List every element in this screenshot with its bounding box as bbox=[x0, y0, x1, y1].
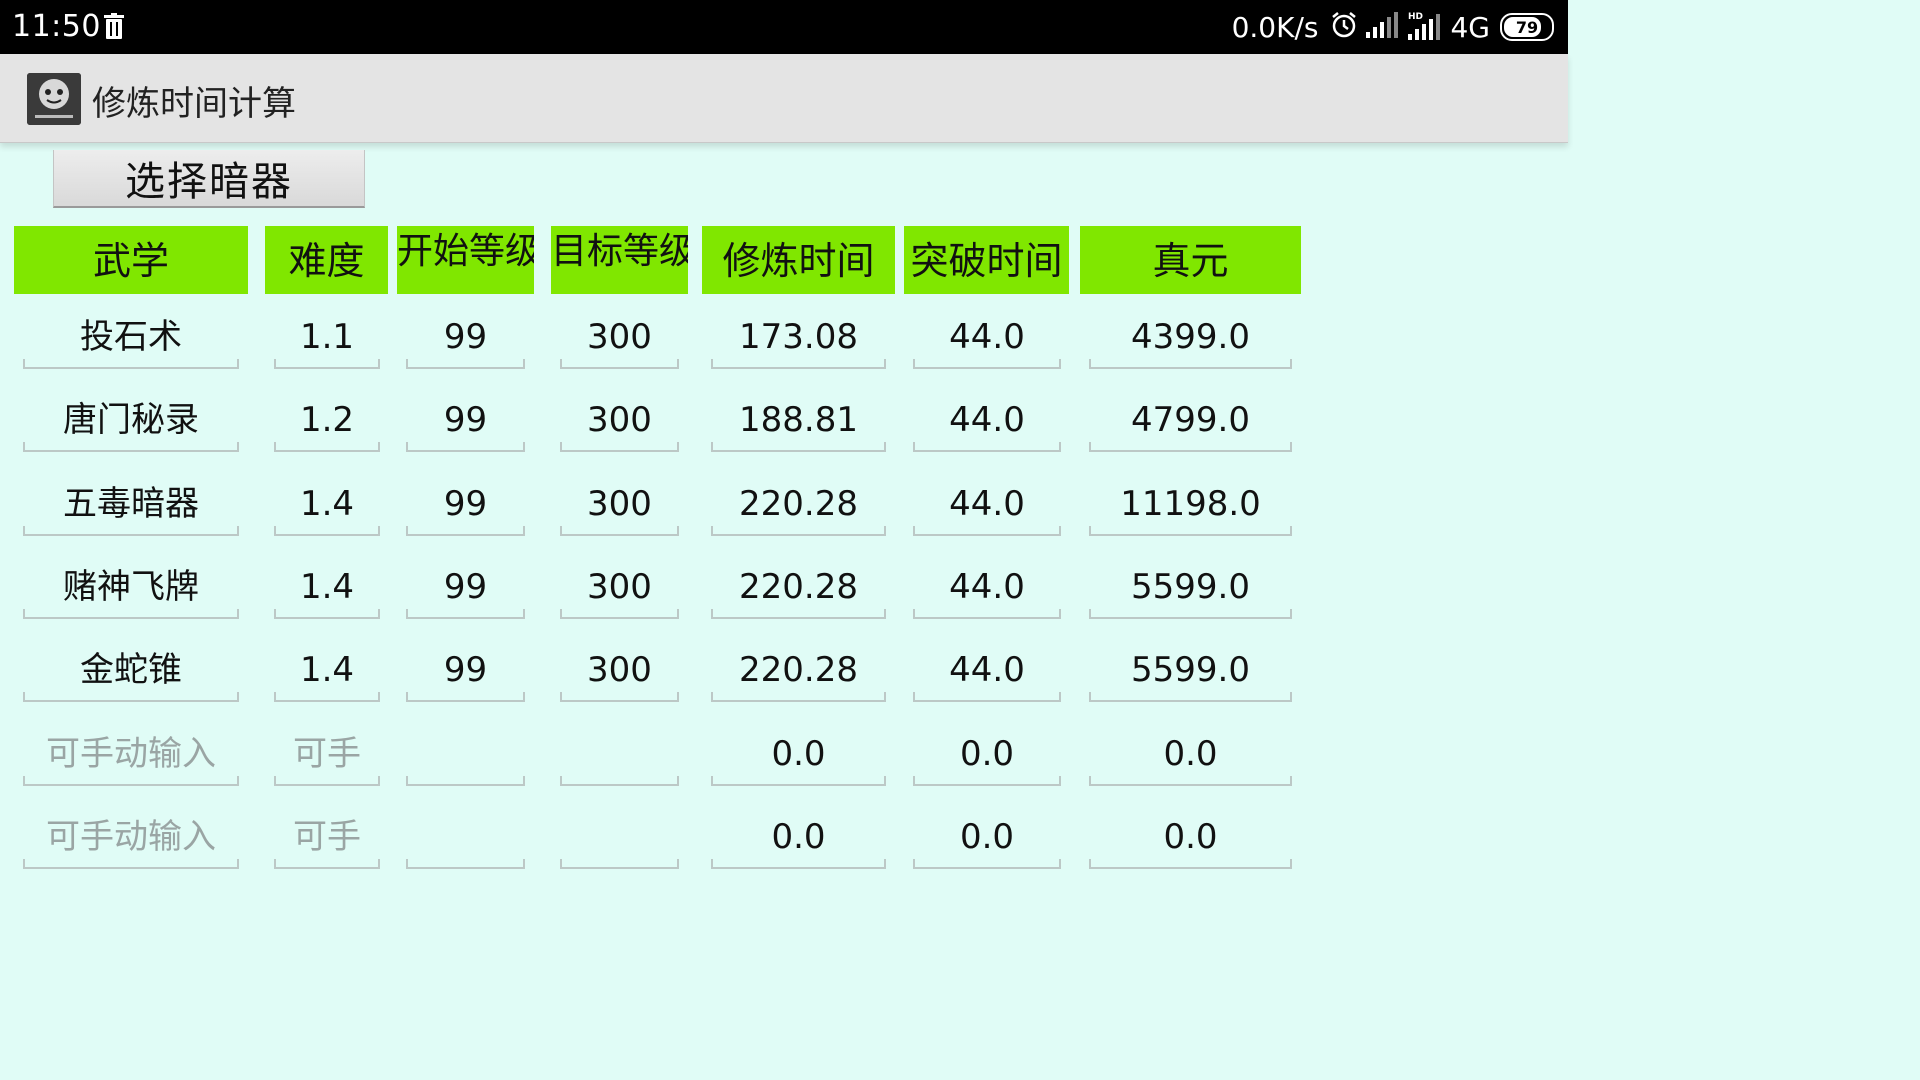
difficulty-field[interactable]: 1.1 bbox=[274, 311, 380, 369]
zhenyuan-value: 4799.0 bbox=[1089, 394, 1292, 452]
break-time-value: 44.0 bbox=[913, 644, 1061, 702]
header-break-time: 突破时间 bbox=[904, 226, 1069, 294]
break-time-value: 44.0 bbox=[913, 561, 1061, 619]
skill-field[interactable]: 可手动输入 bbox=[23, 728, 239, 786]
target-level-field[interactable] bbox=[560, 811, 679, 869]
zhenyuan-value: 4399.0 bbox=[1089, 311, 1292, 369]
header-skill: 武学 bbox=[14, 226, 248, 294]
start-level-field[interactable]: 99 bbox=[406, 478, 525, 536]
skill-field[interactable]: 投石术 bbox=[23, 311, 239, 369]
start-level-field[interactable]: 99 bbox=[406, 311, 525, 369]
network-type: 4G bbox=[1450, 10, 1490, 44]
difficulty-field[interactable]: 可手 bbox=[274, 728, 380, 786]
header-difficulty: 难度 bbox=[265, 226, 388, 294]
page-title: 修炼时间计算 bbox=[92, 84, 296, 124]
difficulty-field[interactable]: 1.2 bbox=[274, 394, 380, 452]
start-level-field[interactable]: 99 bbox=[406, 644, 525, 702]
action-bar: 修炼时间计算 bbox=[0, 54, 1568, 143]
zhenyuan-value: 0.0 bbox=[1089, 811, 1292, 869]
break-time-value: 0.0 bbox=[913, 811, 1061, 869]
header-target-level: 目标等级 bbox=[551, 226, 688, 294]
header-zhenyuan: 真元 bbox=[1080, 226, 1301, 294]
battery-level: 79 bbox=[1515, 17, 1539, 37]
target-level-field[interactable]: 300 bbox=[560, 478, 679, 536]
skill-field[interactable]: 赌神飞牌 bbox=[23, 561, 239, 619]
signal-icon bbox=[1366, 12, 1400, 42]
target-level-field[interactable]: 300 bbox=[560, 561, 679, 619]
battery-icon: 79 bbox=[1500, 13, 1554, 41]
trash-icon bbox=[104, 13, 124, 39]
zhenyuan-value: 11198.0 bbox=[1089, 478, 1292, 536]
skill-field[interactable]: 可手动输入 bbox=[23, 811, 239, 869]
train-time-value: 220.28 bbox=[711, 478, 886, 536]
skill-field[interactable]: 金蛇锥 bbox=[23, 644, 239, 702]
app-logo-icon bbox=[27, 73, 81, 125]
alarm-icon bbox=[1330, 11, 1358, 43]
select-weapon-button[interactable]: 选择暗器 bbox=[53, 150, 365, 208]
start-level-field[interactable] bbox=[406, 811, 525, 869]
difficulty-field[interactable]: 1.4 bbox=[274, 478, 380, 536]
train-time-value: 0.0 bbox=[711, 811, 886, 869]
zhenyuan-value: 5599.0 bbox=[1089, 644, 1292, 702]
difficulty-field[interactable]: 1.4 bbox=[274, 561, 380, 619]
target-level-field[interactable]: 300 bbox=[560, 394, 679, 452]
difficulty-field[interactable]: 可手 bbox=[274, 811, 380, 869]
zhenyuan-value: 0.0 bbox=[1089, 728, 1292, 786]
break-time-value: 44.0 bbox=[913, 311, 1061, 369]
difficulty-field[interactable]: 1.4 bbox=[274, 644, 380, 702]
break-time-value: 44.0 bbox=[913, 478, 1061, 536]
target-level-field[interactable]: 300 bbox=[560, 311, 679, 369]
train-time-value: 0.0 bbox=[711, 728, 886, 786]
start-level-field[interactable]: 99 bbox=[406, 394, 525, 452]
svg-text:HD: HD bbox=[1408, 12, 1423, 22]
train-time-value: 173.08 bbox=[711, 311, 886, 369]
break-time-value: 44.0 bbox=[913, 394, 1061, 452]
start-level-field[interactable]: 99 bbox=[406, 561, 525, 619]
hd-signal-icon: HD bbox=[1408, 10, 1442, 44]
skill-field[interactable]: 唐门秘录 bbox=[23, 394, 239, 452]
zhenyuan-value: 5599.0 bbox=[1089, 561, 1292, 619]
train-time-value: 220.28 bbox=[711, 644, 886, 702]
skill-field[interactable]: 五毒暗器 bbox=[23, 478, 239, 536]
status-bar: 11:50 0.0K/s HD 4G 79 bbox=[0, 0, 1568, 54]
target-level-field[interactable]: 300 bbox=[560, 644, 679, 702]
status-time: 11:50 bbox=[12, 9, 101, 44]
break-time-value: 0.0 bbox=[913, 728, 1061, 786]
net-speed: 0.0K/s bbox=[1231, 10, 1319, 44]
header-train-time: 修炼时间 bbox=[702, 226, 895, 294]
train-time-value: 188.81 bbox=[711, 394, 886, 452]
train-time-value: 220.28 bbox=[711, 561, 886, 619]
header-start-level: 开始等级 bbox=[397, 226, 534, 294]
target-level-field[interactable] bbox=[560, 728, 679, 786]
start-level-field[interactable] bbox=[406, 728, 525, 786]
